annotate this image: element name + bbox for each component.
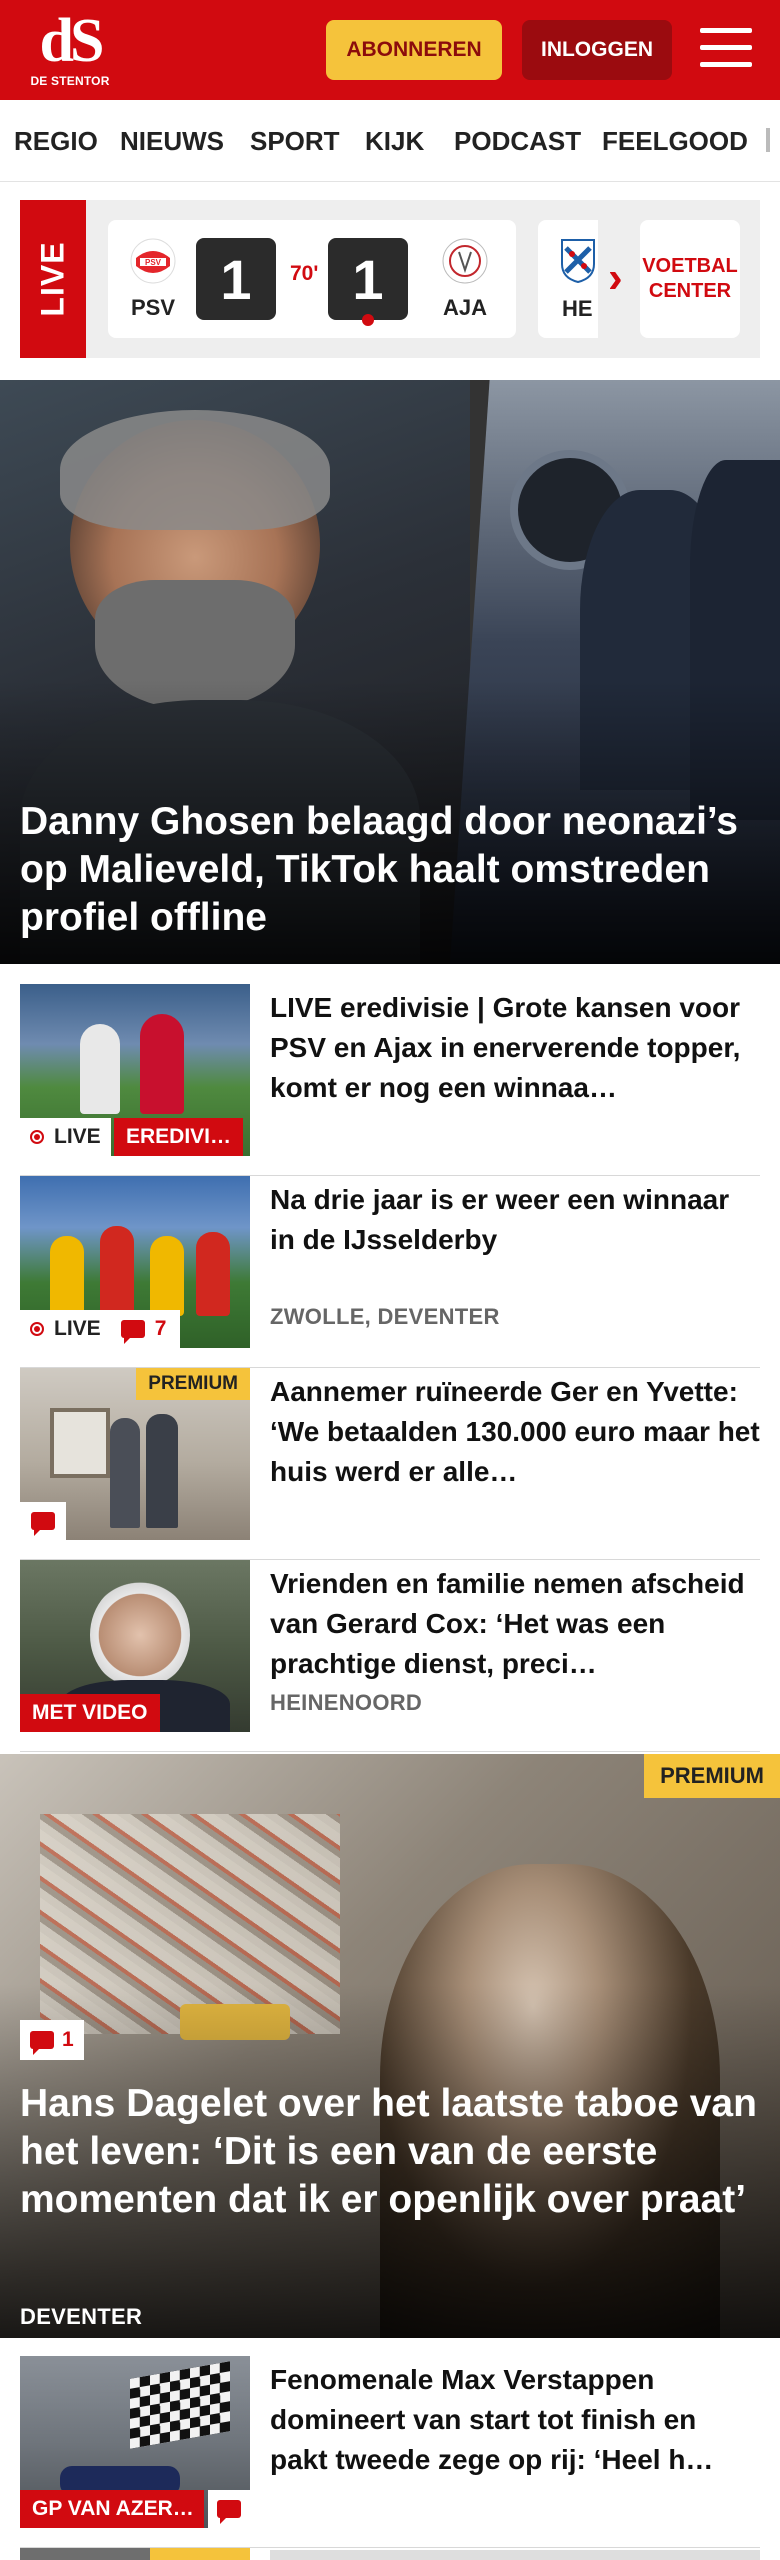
live-dot-icon [30, 1322, 44, 1336]
feature-title[interactable]: Hans Dagelet over het laatste taboe van … [20, 2080, 760, 2224]
nav-item-podcast[interactable]: PODCAST [454, 126, 581, 157]
live-badge-label: LIVE [54, 1317, 101, 1340]
logo-mark: dS [39, 7, 105, 75]
category-badge: EREDIVI… [114, 1118, 244, 1156]
feature-location: DEVENTER [20, 2304, 143, 2329]
chevron-right-icon[interactable]: › [608, 256, 623, 300]
article-title[interactable]: Vrienden en familie nemen afscheid van G… [270, 1564, 760, 1684]
live-tag: LIVE [20, 200, 86, 358]
away-team: AJA [430, 238, 500, 321]
next-premium-badge [150, 2548, 250, 2560]
psv-logo-icon: PSV [130, 238, 176, 284]
article-thumbnail: LIVE 7 [20, 1176, 250, 1348]
article-location: HEINENOORD [270, 1690, 423, 1715]
home-team: PSV PSV [118, 238, 188, 321]
comment-icon [31, 1512, 55, 1536]
article-title[interactable]: LIVE eredivisie | Grote kansen voor PSV … [270, 988, 760, 1108]
live-badge: LIVE 7 [20, 1310, 181, 1348]
article-title[interactable]: Aannemer ruïneerde Ger en Yvette: ‘We be… [270, 1372, 760, 1492]
premium-badge: PREMIUM [644, 1754, 780, 1798]
home-score: 1 [196, 238, 276, 320]
list-item[interactable]: PREMIUM Aannemer ruïneerde Ger en Yvette… [20, 1368, 760, 1560]
nav-item-regio[interactable]: REGIO [14, 126, 98, 157]
subscribe-button[interactable]: ABONNEREN [326, 20, 502, 80]
comment-count: 1 [62, 2028, 74, 2051]
login-button[interactable]: INLOGGEN [522, 20, 672, 80]
video-badge: MET VIDEO [20, 1694, 160, 1732]
site-logo[interactable]: dS DE STENTOR [30, 7, 110, 92]
article-thumbnail: GP VAN AZER… [20, 2356, 250, 2528]
feature-article[interactable]: PREMIUM 1 Hans Dagelet over het laatste … [0, 1754, 780, 2338]
comment-badge [20, 1502, 66, 1540]
comment-icon [30, 2031, 54, 2055]
nav-item-feelgood[interactable]: FEELGOOD [602, 126, 748, 157]
comment-badge [208, 2490, 250, 2528]
live-indicator-dot [362, 314, 374, 326]
live-badge: LIVE [20, 1118, 111, 1156]
comment-count: 7 [154, 1317, 167, 1340]
category-badge: GP VAN AZER… [20, 2490, 204, 2528]
premium-badge: PREMIUM [136, 1368, 250, 1400]
logo-text: DE STENTOR [30, 74, 110, 88]
article-location: ZWOLLE, DEVENTER [270, 1304, 500, 1329]
list-item[interactable]: GP VAN AZER… Fenomenale Max Verstappen d… [20, 2356, 760, 2548]
article-title[interactable]: Na drie jaar is er weer een winnaar in d… [270, 1180, 760, 1260]
article-title[interactable]: Fenomenale Max Verstappen domineert van … [270, 2360, 760, 2480]
match-card-next[interactable]: HE [538, 220, 598, 338]
nav-item-sport[interactable]: SPORT [250, 126, 340, 157]
svg-text:PSV: PSV [145, 258, 162, 267]
away-team-name: AJA [442, 295, 487, 320]
heerenveen-logo-icon [561, 239, 595, 284]
nav-item-nieuws[interactable]: NIEUWS [120, 126, 224, 157]
match-card[interactable]: PSV PSV 1 70' 1 AJA [108, 220, 516, 338]
main-nav: REGIO NIEUWS SPORT KIJK PODCAST FEELGOOD [0, 100, 780, 182]
live-dot-icon [30, 1130, 44, 1144]
next-team-name: HE [562, 296, 593, 321]
ajax-logo-icon [442, 238, 488, 284]
hamburger-menu-icon[interactable] [700, 26, 752, 70]
hero-article[interactable]: Danny Ghosen belaagd door neonazi’s op M… [0, 380, 780, 964]
article-thumbnail: PREMIUM [20, 1368, 250, 1540]
live-tag-label: LIVE [34, 241, 71, 317]
comment-badge: 1 [20, 2020, 84, 2060]
list-item[interactable]: MET VIDEO Vrienden en familie nemen afsc… [20, 1560, 760, 1752]
comment-icon [120, 1320, 145, 1344]
match-minute: 70' [290, 262, 319, 285]
live-scores-bar: LIVE PSV PSV 1 70' 1 AJA HE › VOETBAL CE… [20, 200, 760, 358]
next-article-title [270, 2550, 760, 2560]
list-item[interactable]: LIVE 7 Na drie jaar is er weer een winna… [20, 1176, 760, 1368]
list-item[interactable]: LIVE EREDIVI… LIVE eredivisie | Grote ka… [20, 984, 760, 1176]
site-header: dS DE STENTOR ABONNEREN INLOGGEN [0, 0, 780, 100]
nav-overflow-indicator [766, 128, 770, 152]
hero-title[interactable]: Danny Ghosen belaagd door neonazi’s op M… [20, 798, 760, 942]
away-score: 1 [328, 238, 408, 320]
nav-item-kijk[interactable]: KIJK [365, 126, 424, 157]
comment-icon [217, 2500, 241, 2524]
article-thumbnail: LIVE EREDIVI… [20, 984, 250, 1156]
home-team-name: PSV [130, 295, 176, 320]
live-badge-label: LIVE [54, 1125, 101, 1148]
voetbal-center-button[interactable]: VOETBAL CENTER [640, 220, 740, 338]
article-thumbnail: MET VIDEO [20, 1560, 250, 1732]
